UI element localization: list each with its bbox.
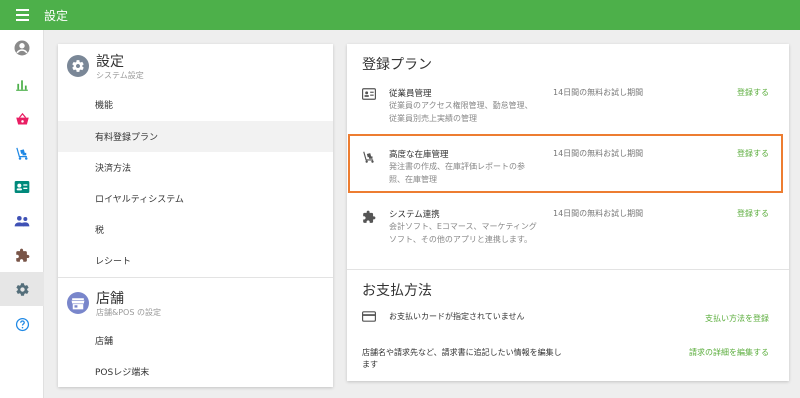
gear-icon — [15, 282, 29, 296]
plan-description: 従業員のアクセス権限管理、勤怠管理、従業員別売上実績の管理 — [389, 101, 533, 123]
payment-card-text: お支払いカードが指定されていません — [389, 312, 525, 321]
puzzle-icon — [15, 248, 29, 262]
menu-icon[interactable] — [0, 0, 44, 30]
bar-chart-icon — [16, 80, 28, 91]
help-icon — [15, 317, 29, 331]
register-button[interactable]: 登録する — [737, 87, 769, 98]
menu-item-receipt[interactable]: レシート — [58, 245, 333, 276]
rail-item-reports[interactable] — [0, 68, 44, 102]
account-circle-icon — [14, 40, 30, 56]
rail-item-settings[interactable] — [0, 272, 44, 306]
section-subtitle: システム設定 — [96, 71, 144, 80]
app-title: 設定 — [44, 8, 69, 23]
nav-rail — [0, 30, 44, 398]
invoice-text: 店舗名や請求先など、請求書に追記したい情報を編集します — [362, 348, 562, 369]
cart-icon — [15, 147, 27, 160]
edit-invoice-link[interactable]: 請求の詳細を編集する — [689, 347, 769, 358]
id-card-icon — [362, 88, 376, 100]
basket-icon — [15, 112, 29, 124]
id-card-icon — [14, 181, 30, 193]
menu-item-stores[interactable]: 店舗 — [58, 325, 333, 356]
menu-item-paid-plans[interactable]: 有料登録プラン — [58, 121, 333, 152]
divider — [347, 269, 789, 270]
plan-trial: 14日間の無料お試し期間 — [553, 88, 644, 97]
divider — [58, 277, 333, 278]
rail-item-sales[interactable] — [0, 102, 44, 136]
settings-menu-card: 設定 システム設定 機能 有料登録プラン 決済方法 ロイヤルティシステム 税 レ… — [58, 44, 333, 387]
system-settings-header: 設定 システム設定 — [58, 44, 333, 94]
plan-name: 高度な在庫管理 — [389, 150, 449, 160]
register-button[interactable]: 登録する — [737, 208, 769, 219]
section-subtitle: 店舗&POS の設定 — [96, 308, 161, 317]
register-button[interactable]: 登録する — [737, 148, 769, 159]
rail-item-customers[interactable] — [0, 204, 44, 238]
payment-heading: お支払方法 — [362, 283, 432, 299]
rail-item-inventory[interactable] — [0, 136, 44, 170]
top-app-bar: 設定 — [0, 0, 800, 30]
menu-item-features[interactable]: 機能 — [58, 89, 333, 120]
plans-heading: 登録プラン — [362, 57, 432, 73]
rail-item-staff[interactable] — [0, 170, 44, 204]
plan-name: システム連携 — [389, 210, 440, 220]
store-settings-header: 店舗 店舗&POS の設定 — [58, 281, 333, 331]
section-title: 設定 — [96, 54, 124, 70]
puzzle-icon — [363, 210, 376, 223]
plans-card: 登録プラン 従業員管理 従業員のアクセス権限管理、勤怠管理、従業員別売上実績の管… — [347, 44, 789, 381]
plan-trial: 14日間の無料お試し期間 — [553, 149, 644, 158]
plan-description: 発注書の作成、在庫評価レポートの参照、在庫管理 — [389, 162, 525, 184]
rail-item-addons[interactable] — [0, 238, 44, 272]
register-payment-link[interactable]: 支払い方法を登録 — [705, 313, 769, 324]
menu-item-loyalty[interactable]: ロイヤルティシステム — [58, 183, 333, 214]
menu-item-payment-methods[interactable]: 決済方法 — [58, 152, 333, 183]
people-icon — [14, 216, 30, 227]
plan-description: 会計ソフト、Eコマース、マーケティングソフト、その他のアプリと連携します。 — [389, 222, 537, 244]
plan-name: 従業員管理 — [389, 89, 432, 99]
gear-icon — [67, 55, 89, 77]
section-title: 店舗 — [96, 291, 124, 307]
menu-item-tax[interactable]: 税 — [58, 214, 333, 245]
store-icon — [67, 292, 89, 314]
credit-card-icon — [362, 311, 376, 322]
rail-item-help[interactable] — [0, 307, 44, 341]
menu-item-pos-devices[interactable]: POSレジ端末 — [58, 356, 333, 387]
rail-item-account[interactable] — [0, 31, 44, 65]
plan-trial: 14日間の無料お試し期間 — [553, 209, 644, 218]
cart-icon — [363, 151, 374, 163]
